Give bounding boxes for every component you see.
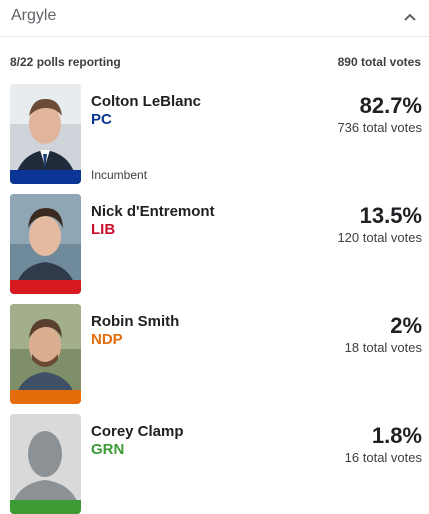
- candidate-row: Colton LeBlanc PC Incumbent 82.7% 736 to…: [0, 84, 429, 184]
- portrait-image: [10, 194, 81, 294]
- party-color-bar: [10, 170, 81, 184]
- riding-title: Argyle: [11, 7, 57, 24]
- candidate-row: Nick d'Entremont LIB 13.5% 120 total vot…: [0, 194, 429, 294]
- candidate-name: Corey Clamp: [91, 423, 184, 440]
- candidate-photo: [10, 304, 81, 404]
- portrait-image: [10, 84, 81, 184]
- placeholder-avatar-icon: [10, 414, 81, 514]
- candidate-total-votes: 18 total votes: [344, 340, 422, 355]
- chevron-up-icon: [404, 13, 416, 21]
- candidate-row: Robin Smith NDP 2% 18 total votes: [0, 304, 429, 404]
- vote-percentage: 82.7%: [359, 93, 422, 118]
- candidate-total-votes: 120 total votes: [337, 230, 422, 245]
- candidate-name: Colton LeBlanc: [91, 93, 202, 110]
- vote-percentage: 2%: [390, 313, 422, 338]
- riding-header: Argyle: [0, 0, 429, 37]
- candidate-photo: [10, 84, 81, 184]
- summary-total-votes: 890 total votes: [337, 55, 421, 69]
- vote-percentage: 1.8%: [371, 423, 422, 448]
- portrait-image: [10, 304, 81, 404]
- party-color-bar: [10, 500, 81, 514]
- candidate-name: Robin Smith: [91, 313, 180, 330]
- candidate-party: GRN: [91, 441, 125, 458]
- candidate-total-votes: 736 total votes: [337, 120, 422, 135]
- candidate-photo: [10, 414, 81, 514]
- candidate-party: NDP: [91, 331, 123, 348]
- party-color-bar: [10, 280, 81, 294]
- collapse-button[interactable]: [399, 8, 421, 28]
- candidate-row: Corey Clamp GRN 1.8% 16 total votes: [0, 414, 429, 514]
- candidate-photo: [10, 194, 81, 294]
- incumbent-label: Incumbent: [91, 168, 148, 182]
- candidate-party: LIB: [91, 221, 116, 238]
- candidate-total-votes: 16 total votes: [344, 450, 422, 465]
- polls-reporting: 8/22 polls reporting: [10, 55, 121, 69]
- candidate-party: PC: [91, 111, 112, 128]
- vote-percentage: 13.5%: [359, 203, 422, 228]
- party-color-bar: [10, 390, 81, 404]
- candidate-name: Nick d'Entremont: [91, 203, 215, 220]
